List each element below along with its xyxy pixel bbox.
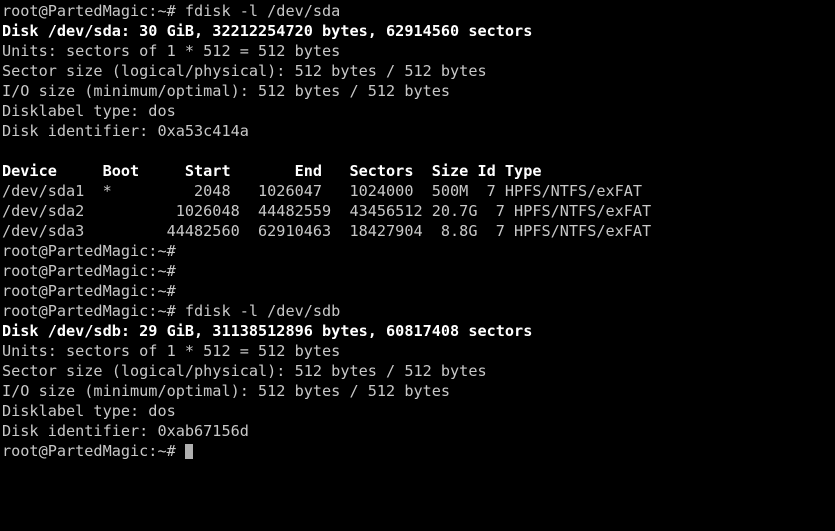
terminal-line: root@PartedMagic:~# fdisk -l /dev/sdb	[2, 302, 341, 320]
terminal-line: root@PartedMagic:~#	[2, 282, 176, 300]
terminal-line: /dev/sda3 44482560 62910463 18427904 8.8…	[2, 222, 652, 240]
terminal-line: Disklabel type: dos	[2, 102, 176, 120]
terminal-line: /dev/sda2 1026048 44482559 43456512 20.7…	[2, 202, 652, 220]
terminal-line: root@PartedMagic:~#	[2, 262, 176, 280]
terminal-line: Sector size (logical/physical): 512 byte…	[2, 62, 487, 80]
terminal-screen[interactable]: root@PartedMagic:~# fdisk -l /dev/sda Dis…	[2, 1, 835, 531]
terminal-line: root@PartedMagic:~# fdisk -l /dev/sda	[2, 2, 341, 20]
terminal-line: root@PartedMagic:~#	[2, 242, 176, 260]
terminal-line: Disk identifier: 0xa53c414a	[2, 122, 249, 140]
terminal-line: Sector size (logical/physical): 512 byte…	[2, 362, 487, 380]
terminal-line: Units: sectors of 1 * 512 = 512 bytes	[2, 342, 341, 360]
terminal-prompt-line: root@PartedMagic:~#	[2, 441, 835, 461]
terminal-line: Disklabel type: dos	[2, 402, 176, 420]
terminal-line: Disk /dev/sda: 30 GiB, 32212254720 bytes…	[2, 22, 533, 40]
shell-prompt: root@PartedMagic:~#	[2, 442, 185, 460]
terminal-line: Device Boot Start End Sectors Size Id Ty…	[2, 162, 542, 180]
terminal-line: Units: sectors of 1 * 512 = 512 bytes	[2, 42, 341, 60]
terminal-line: /dev/sda1 * 2048 1026047 1024000 500M 7 …	[2, 182, 643, 200]
terminal-window[interactable]: root@PartedMagic:~# fdisk -l /dev/sda Dis…	[0, 0, 835, 531]
terminal-line: I/O size (minimum/optimal): 512 bytes / …	[2, 82, 451, 100]
terminal-line: Disk identifier: 0xab67156d	[2, 422, 249, 440]
terminal-line: Disk /dev/sdb: 29 GiB, 31138512896 bytes…	[2, 322, 533, 340]
text-cursor	[184, 444, 194, 459]
terminal-line: I/O size (minimum/optimal): 512 bytes / …	[2, 382, 451, 400]
